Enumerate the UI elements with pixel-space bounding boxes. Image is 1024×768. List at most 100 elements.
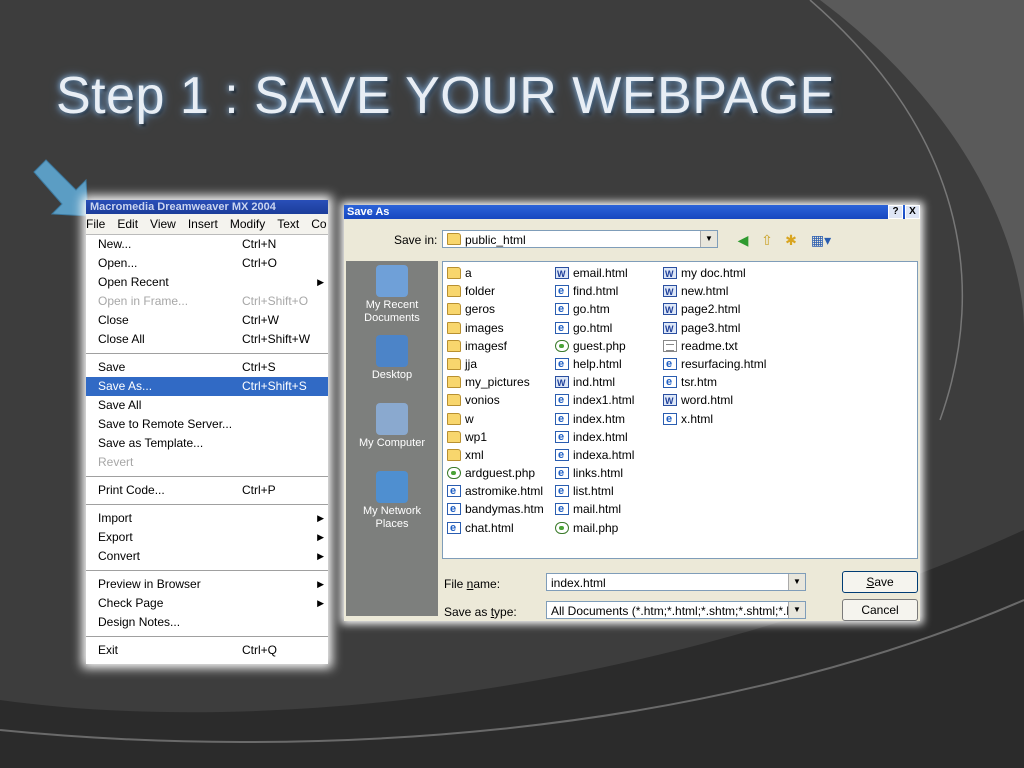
menu-item-close-all[interactable]: Close All Ctrl+Shift+W	[86, 330, 328, 349]
menu-item-save-as-template[interactable]: Save as Template...	[86, 434, 328, 453]
file-name: list.html	[573, 484, 614, 499]
menu-item-print-code[interactable]: Print Code... Ctrl+P	[86, 481, 328, 500]
file-item[interactable]: chat.html	[445, 519, 544, 537]
menu-item-convert[interactable]: Convert ▶	[86, 547, 328, 566]
menu-separator	[86, 570, 328, 571]
chevron-down-icon: ▼	[788, 574, 805, 590]
menu-item-open-recent[interactable]: Open Recent ▶	[86, 273, 328, 292]
file-name: ind.html	[573, 375, 616, 390]
file-item[interactable]: word.html	[661, 391, 766, 410]
menubar-item-file[interactable]: File	[86, 217, 111, 231]
file-name: page2.html	[681, 302, 741, 317]
file-item[interactable]: guest.php	[553, 337, 634, 355]
place-my-computer[interactable]: My Computer	[346, 403, 438, 450]
folder-item[interactable]: vonios	[445, 391, 544, 409]
folder-item[interactable]: wp1	[445, 428, 544, 446]
menubar-item-co[interactable]: Co	[305, 217, 328, 231]
html-file-icon	[555, 500, 569, 518]
file-item[interactable]: list.html	[553, 482, 634, 500]
folder-item[interactable]: my_pictures	[445, 373, 544, 391]
up-folder-icon[interactable]: ⇧	[758, 231, 776, 249]
html-file-icon	[555, 410, 569, 428]
folder-item[interactable]: a	[445, 264, 544, 282]
place-desktop[interactable]: Desktop	[346, 335, 438, 382]
close-button[interactable]: X	[905, 205, 920, 219]
menubar-item-edit[interactable]: Edit	[111, 217, 144, 231]
file-item[interactable]: index1.html	[553, 391, 634, 409]
menu-item-export[interactable]: Export ▶	[86, 528, 328, 547]
folder-item[interactable]: jja	[445, 355, 544, 373]
menu-item-check-page[interactable]: Check Page ▶	[86, 594, 328, 613]
menu-item-save-all[interactable]: Save All	[86, 396, 328, 415]
file-item[interactable]: readme.txt	[661, 337, 766, 355]
place-recent-documents[interactable]: My Recent Documents	[346, 265, 438, 325]
menu-item-preview-in-browser[interactable]: Preview in Browser ▶	[86, 575, 328, 594]
file-item[interactable]: email.html	[553, 264, 634, 283]
file-item[interactable]: x.html	[661, 410, 766, 428]
menu-item-close[interactable]: Close Ctrl+W	[86, 311, 328, 330]
file-name: w	[465, 411, 474, 426]
new-folder-icon[interactable]: ✱	[782, 231, 800, 249]
save-in-dropdown[interactable]: public_html ▼	[442, 230, 718, 248]
file-item[interactable]: bandymas.htm	[445, 500, 544, 518]
menu-item-design-notes[interactable]: Design Notes...	[86, 613, 328, 632]
folder-item[interactable]: imagesf	[445, 337, 544, 355]
file-item[interactable]: links.html	[553, 464, 634, 482]
back-icon[interactable]: ◀	[734, 231, 752, 249]
menu-item-save[interactable]: Save Ctrl+S	[86, 358, 328, 377]
file-item[interactable]: page3.html	[661, 319, 766, 338]
submenu-arrow-icon: ▶	[317, 551, 324, 561]
menu-item-exit[interactable]: Exit Ctrl+Q	[86, 641, 328, 660]
file-item[interactable]: ind.html	[553, 373, 634, 392]
menu-item-import[interactable]: Import ▶	[86, 509, 328, 528]
menu-item-open[interactable]: Open... Ctrl+O	[86, 254, 328, 273]
save-button[interactable]: Save	[842, 571, 918, 593]
folder-item[interactable]: geros	[445, 300, 544, 318]
place-label: My Network Places	[362, 505, 422, 530]
menu-item-save-as[interactable]: Save As... Ctrl+Shift+S	[86, 377, 328, 396]
file-item[interactable]: astromike.html	[445, 482, 544, 500]
folder-item[interactable]: xml	[445, 446, 544, 464]
file-item[interactable]: mail.php	[553, 519, 634, 537]
folder-item[interactable]: images	[445, 319, 544, 337]
cancel-button[interactable]: Cancel	[842, 599, 918, 621]
file-item[interactable]: resurfacing.html	[661, 355, 766, 373]
file-item[interactable]: page2.html	[661, 300, 766, 319]
menubar-item-insert[interactable]: Insert	[182, 217, 224, 231]
menu-item-open-in-frame: Open in Frame... Ctrl+Shift+O	[86, 292, 328, 311]
file-name-field[interactable]: index.html ▼	[546, 573, 806, 591]
place-label: My Computer	[358, 437, 426, 449]
file-item[interactable]: new.html	[661, 282, 766, 301]
folder-item[interactable]: w	[445, 410, 544, 428]
menu-item-save-to-remote-server[interactable]: Save to Remote Server...	[86, 415, 328, 434]
file-item[interactable]: help.html	[553, 355, 634, 373]
menu-item-new[interactable]: New... Ctrl+N	[86, 235, 328, 254]
folder-item[interactable]: folder	[445, 282, 544, 300]
file-item[interactable]: mail.html	[553, 500, 634, 518]
file-name: wp1	[465, 429, 488, 444]
html-file-icon	[555, 482, 569, 500]
folder-icon	[447, 357, 461, 370]
menubar-item-view[interactable]: View	[144, 217, 182, 231]
file-name: indexa.html	[573, 447, 635, 462]
place-network-places[interactable]: My Network Places	[346, 471, 438, 531]
file-item[interactable]: index.htm	[553, 410, 634, 428]
file-item[interactable]: index.html	[553, 428, 634, 446]
html-file-icon	[663, 373, 677, 391]
menubar-item-text[interactable]: Text	[271, 217, 305, 231]
file-item[interactable]: find.html	[553, 282, 634, 300]
file-item[interactable]: go.htm	[553, 300, 634, 318]
file-menu-panel: Macromedia Dreamweaver MX 2004 File Edit V…	[86, 200, 328, 664]
file-list[interactable]: a folder geros images imagesf jja my_picturesv…	[442, 261, 918, 559]
file-item[interactable]: indexa.html	[553, 446, 634, 464]
save-type-dropdown[interactable]: All Documents (*.htm;*.html;*.shtm;*.sht…	[546, 601, 806, 619]
help-button[interactable]: ?	[888, 205, 903, 219]
menu-item-shortcut: Ctrl+N	[242, 237, 277, 251]
file-item[interactable]: my doc.html	[661, 264, 766, 283]
file-item[interactable]: go.html	[553, 319, 634, 337]
menubar-item-modify[interactable]: Modify	[224, 217, 271, 231]
file-item[interactable]: ardguest.php	[445, 464, 544, 482]
file-item[interactable]: tsr.htm	[661, 373, 766, 391]
file-name: vonios	[465, 393, 500, 408]
views-menu-icon[interactable]: ▦▾	[808, 231, 834, 249]
